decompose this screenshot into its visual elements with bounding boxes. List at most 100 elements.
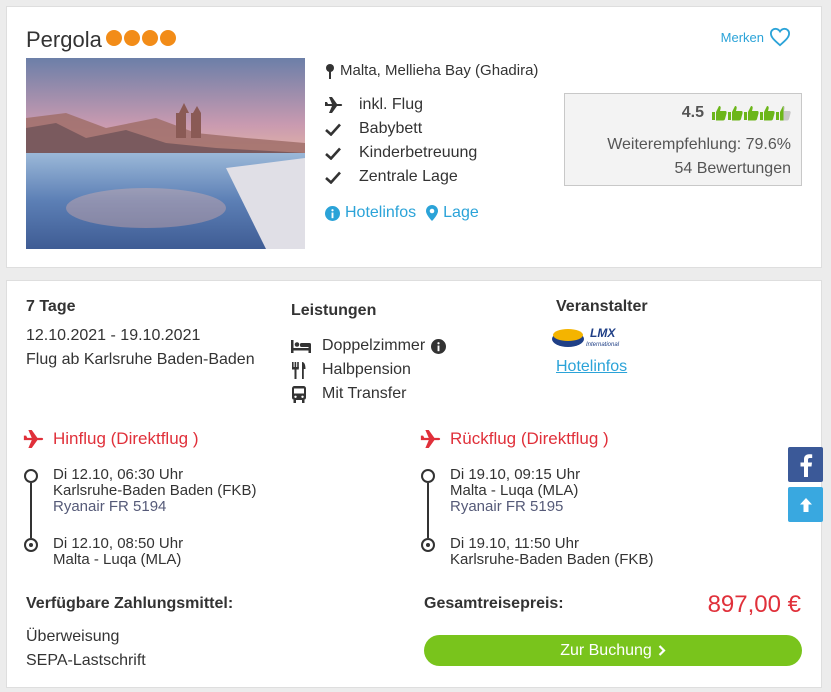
service-room: Doppelzimmer (291, 334, 447, 358)
departure-airport-name: Malta - Luqa (MLA) (450, 482, 579, 499)
service-board: Halbpension (291, 358, 446, 382)
map-pin-icon (326, 63, 334, 79)
outbound-arrival: Di 12.10, 08:50 Uhr Malta - Luqa (MLA) (53, 536, 183, 568)
feature-kinderbetreuung: Kinderbetreuung (325, 141, 477, 165)
offer-card: 7 Tage 12.10.2021 - 19.10.2021 Flug ab K… (6, 280, 822, 688)
review-count[interactable]: 54 Bewertungen (674, 160, 791, 178)
timeline-line (30, 483, 32, 538)
departure-airport-name: Karlsruhe-Baden Baden (FKB) (53, 482, 257, 499)
rating-score-row: 4.5 (682, 104, 791, 122)
info-circle-icon[interactable] (431, 338, 447, 354)
hotel-photo[interactable] (26, 58, 305, 249)
thumb-up-icon (712, 106, 727, 121)
lage-label: Lage (443, 204, 479, 221)
thumb-up-icon (760, 106, 775, 121)
svg-text:International: International (586, 342, 620, 348)
map-marker-icon (426, 205, 439, 221)
rating-box: 4.5 Weiterempfehlung: 79.6% 54 Bewertung… (564, 93, 802, 186)
checkmark-icon (325, 147, 341, 160)
thumb-up-icon (744, 106, 759, 121)
book-button[interactable]: Zur Buchung (424, 635, 802, 666)
rating-thumbs (712, 105, 791, 121)
rating-score: 4.5 (681, 104, 704, 121)
merken-button[interactable]: Merken (721, 27, 791, 47)
recommendation-text: Weiterempfehlung: 79.6% (607, 136, 791, 153)
total-price-label: Gesamtreisepreis: (424, 595, 564, 612)
lage-link[interactable]: Lage (426, 204, 479, 222)
bus-icon (292, 385, 306, 403)
star-icon (106, 30, 122, 46)
hotel-features: inkl. Flug Babybett Kinderbetreuung Zent… (325, 93, 477, 189)
hotel-links: Hotelinfos Lage (325, 204, 479, 222)
checkmark-icon (325, 123, 341, 136)
trip-duration: 7 Tage (26, 298, 76, 315)
airplane-icon (23, 430, 44, 448)
facebook-icon (800, 453, 812, 477)
arrival-time: Di 12.10, 08:50 Uhr (53, 535, 184, 552)
feature-label: Kinderbetreuung (359, 144, 478, 161)
departure-time: Di 12.10, 06:30 Uhr (53, 466, 184, 483)
service-label: Doppelzimmer (322, 337, 426, 354)
payment-method: Überweisung (26, 628, 120, 645)
feature-zentrale-lage: Zentrale Lage (325, 165, 477, 189)
services-title: Leistungen (291, 302, 377, 319)
operator-hotelinfos-link[interactable]: Hotelinfos (556, 358, 627, 376)
service-transfer: Mit Transfer (291, 382, 446, 406)
return-timeline: Di 19.10, 09:15 Uhr Malta - Luqa (MLA) R… (420, 467, 790, 577)
arrival-airport-name: Karlsruhe-Baden Baden (FKB) (450, 551, 654, 568)
carrier-flight-number: Ryanair FR 5194 (53, 498, 167, 515)
return-title-text: Rückflug (Direktflug ) (450, 429, 609, 448)
scroll-to-top-button[interactable] (788, 487, 823, 522)
svg-text:LMX: LMX (590, 326, 616, 340)
thumb-up-icon (776, 106, 791, 121)
fork-knife-icon (292, 361, 306, 379)
feature-label: inkl. Flug (359, 96, 424, 113)
airplane-icon (325, 97, 343, 113)
star-icon (142, 30, 158, 46)
hotel-name[interactable]: Pergola (26, 27, 102, 53)
arrow-up-icon (799, 497, 812, 512)
departure-airport: Flug ab Karlsruhe Baden-Baden (26, 351, 255, 368)
arrival-airport-name: Malta - Luqa (MLA) (53, 551, 182, 568)
timeline-line (427, 483, 429, 538)
arrival-dot-icon (24, 538, 38, 552)
service-label: Mit Transfer (322, 385, 407, 402)
outbound-timeline: Di 12.10, 06:30 Uhr Karlsruhe-Baden Bade… (23, 467, 393, 577)
facebook-share-button[interactable] (788, 447, 823, 482)
checkmark-icon (325, 171, 341, 184)
airplane-icon (420, 430, 441, 448)
payment-method: SEPA-Lastschrift (26, 652, 146, 669)
arrival-dot-icon (421, 538, 435, 552)
payment-title: Verfügbare Zahlungsmittel: (26, 595, 234, 612)
lmx-logo: LMX International (552, 326, 620, 348)
heart-outline-icon (769, 27, 791, 47)
merken-label: Merken (720, 29, 764, 45)
location-text: Malta, Mellieha Bay (Ghadira) (340, 62, 539, 79)
hotel-card: Pergola Merken Malta, Mellieha Bay (Ghad… (6, 6, 822, 268)
return-flight-title: Rückflug (Direktflug ) (420, 429, 609, 449)
service-label: Halbpension (322, 361, 411, 378)
carrier-flight-number: Ryanair FR 5195 (450, 498, 564, 515)
operator-logo: LMX International (550, 325, 630, 354)
book-button-label: Zur Buchung (560, 641, 652, 659)
hotel-photo-image (26, 58, 305, 249)
departure-circle-icon (24, 469, 38, 483)
hotelinfos-link[interactable]: Hotelinfos (325, 204, 416, 222)
feature-babybett: Babybett (325, 117, 477, 141)
return-departure: Di 19.10, 09:15 Uhr Malta - Luqa (MLA) R… (450, 467, 580, 515)
operator-title: Veranstalter (556, 298, 648, 315)
thumb-up-icon (728, 106, 743, 121)
outbound-flight-title: Hinflug (Direktflug ) (23, 429, 199, 449)
feature-flight: inkl. Flug (325, 93, 477, 117)
hotel-location: Malta, Mellieha Bay (Ghadira) (325, 62, 538, 79)
bed-icon (291, 340, 311, 353)
star-icon (160, 30, 176, 46)
feature-label: Zentrale Lage (359, 168, 458, 185)
star-icon (124, 30, 140, 46)
departure-circle-icon (421, 469, 435, 483)
arrival-time: Di 19.10, 11:50 Uhr (450, 535, 579, 552)
services-list: Doppelzimmer Halbpension Mit Transfer (291, 334, 447, 406)
hotelinfos-label: Hotelinfos (345, 204, 417, 221)
hotel-star-rating (106, 30, 176, 46)
total-price: 897,00 € (707, 591, 801, 618)
